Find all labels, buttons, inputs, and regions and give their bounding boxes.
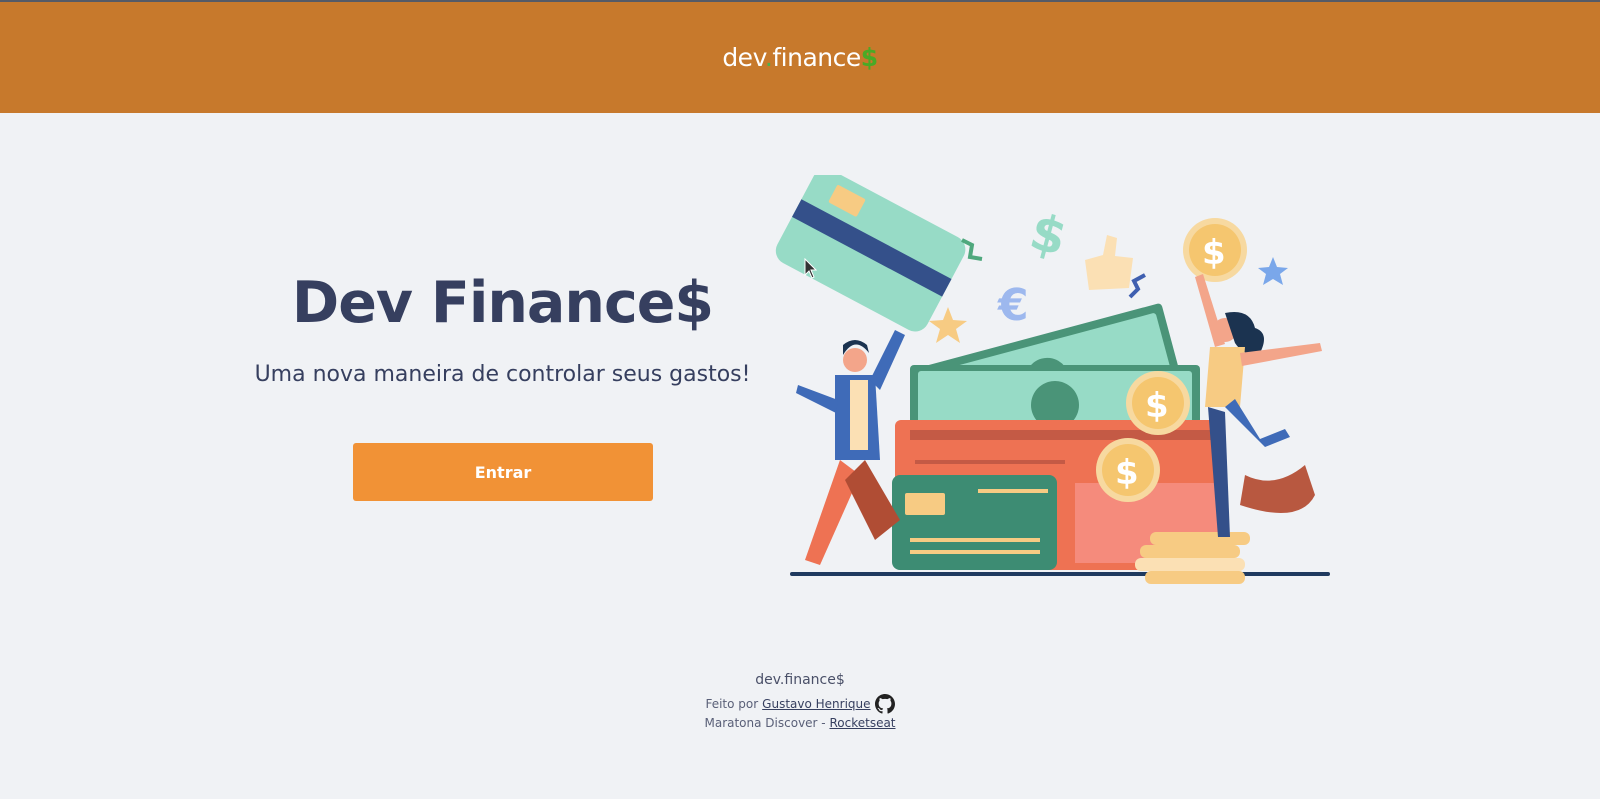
footer-made-by: Feito por <box>705 697 759 711</box>
mouse-cursor-icon <box>804 258 818 279</box>
hero-section: Dev Finance$ Uma nova maneira de control… <box>220 270 785 387</box>
footer-credits: Feito por Gustavo Henrique <box>600 694 1000 714</box>
enter-button[interactable]: Entrar <box>353 443 653 501</box>
svg-text:$: $ <box>1024 202 1073 267</box>
page-footer: dev.finance$ Feito por Gustavo Henrique … <box>600 672 1000 730</box>
logo-dollar: $ <box>860 43 878 72</box>
app-logo: dev.finance$ <box>722 43 878 72</box>
wallet-money-illustration: $ € $ $ $ <box>775 175 1330 584</box>
app-header: dev.finance$ <box>0 2 1600 113</box>
logo-text-finance: finance <box>772 43 861 72</box>
logo-text-dev: dev <box>722 43 765 72</box>
footer-event-prefix: Maratona Discover - <box>704 716 826 730</box>
footer-event: Maratona Discover - Rocketseat <box>600 716 1000 730</box>
svg-text:$: $ <box>1202 233 1226 273</box>
svg-text:$: $ <box>1115 453 1139 493</box>
rocketseat-link[interactable]: Rocketseat <box>829 716 895 730</box>
footer-brand: dev.finance$ <box>755 672 845 688</box>
hero-subtitle: Uma nova maneira de controlar seus gasto… <box>254 362 751 387</box>
svg-text:€: € <box>997 280 1029 331</box>
author-link[interactable]: Gustavo Henrique <box>762 697 870 711</box>
github-icon[interactable] <box>874 694 895 714</box>
hero-title: Dev Finance$ <box>291 270 714 336</box>
svg-text:$: $ <box>1145 386 1169 426</box>
